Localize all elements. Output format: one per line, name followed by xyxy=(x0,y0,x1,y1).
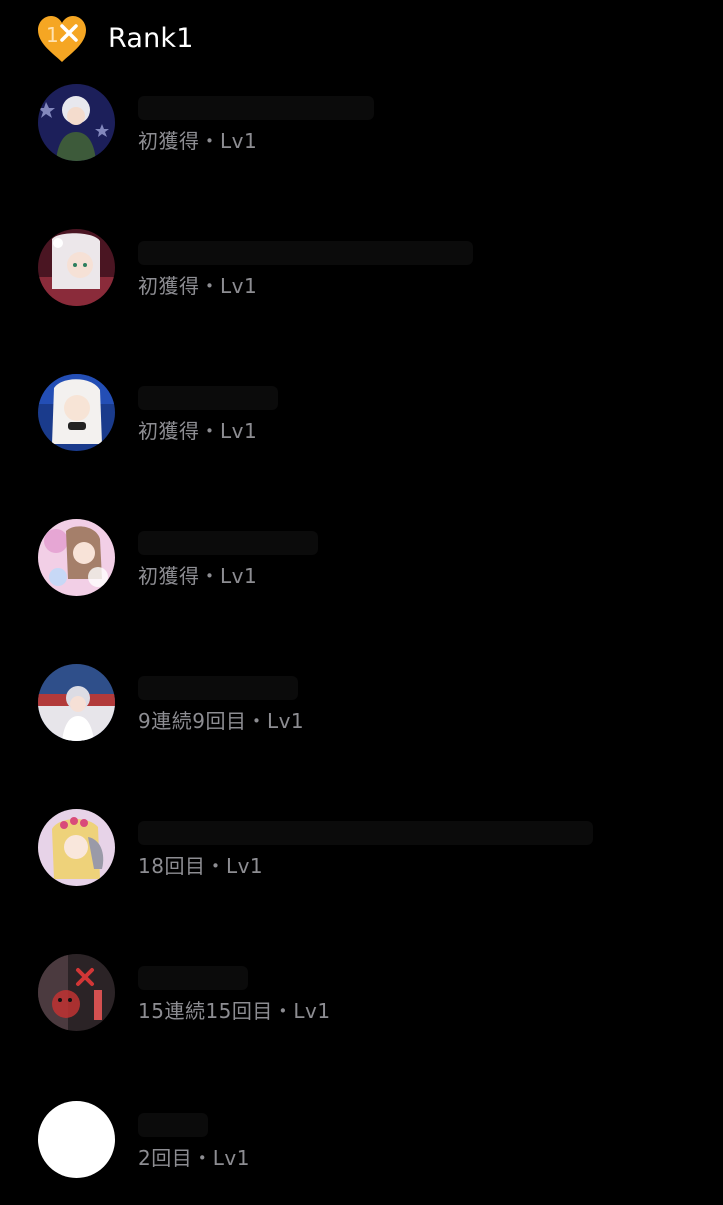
user-name-redacted xyxy=(138,241,473,265)
list-item[interactable]: 9連続9回目・Lv1 xyxy=(0,660,723,770)
list-item[interactable]: 初獲得・Lv1 xyxy=(0,370,723,480)
avatar-placeholder[interactable] xyxy=(38,1101,115,1178)
user-name-redacted xyxy=(138,676,298,700)
entry-subtitle: 18回目・Lv1 xyxy=(138,854,264,878)
avatar[interactable] xyxy=(38,374,115,451)
user-name-redacted xyxy=(138,386,278,410)
list-item[interactable]: 18回目・Lv1 xyxy=(0,805,723,915)
user-name-redacted xyxy=(138,1113,208,1137)
avatar[interactable] xyxy=(38,954,115,1031)
ranking-list: 初獲得・Lv1 初獲得・Lv1 初獲得・Lv1 初獲得・Lv1 9連続9回目・L… xyxy=(0,0,723,1200)
avatar[interactable] xyxy=(38,519,115,596)
user-name-redacted xyxy=(138,821,593,845)
entry-subtitle: 2回目・Lv1 xyxy=(138,1146,250,1170)
avatar[interactable] xyxy=(38,664,115,741)
list-item[interactable]: 初獲得・Lv1 xyxy=(0,515,723,625)
list-item[interactable]: 初獲得・Lv1 xyxy=(0,225,723,335)
entry-subtitle: 初獲得・Lv1 xyxy=(138,564,258,588)
entry-subtitle: 初獲得・Lv1 xyxy=(138,129,258,153)
entry-subtitle: 初獲得・Lv1 xyxy=(138,274,258,298)
user-name-redacted xyxy=(138,96,374,120)
list-item[interactable]: 15連続15回目・Lv1 xyxy=(0,950,723,1060)
avatar[interactable] xyxy=(38,809,115,886)
entry-subtitle: 9連続9回目・Lv1 xyxy=(138,709,305,733)
entry-subtitle: 15連続15回目・Lv1 xyxy=(138,999,331,1023)
entry-subtitle: 初獲得・Lv1 xyxy=(138,419,258,443)
avatar[interactable] xyxy=(38,229,115,306)
list-item[interactable]: 2回目・Lv1 xyxy=(0,1095,723,1205)
avatar[interactable] xyxy=(38,84,115,161)
user-name-redacted xyxy=(138,531,318,555)
user-name-redacted xyxy=(138,966,248,990)
list-item[interactable]: 初獲得・Lv1 xyxy=(0,80,723,190)
